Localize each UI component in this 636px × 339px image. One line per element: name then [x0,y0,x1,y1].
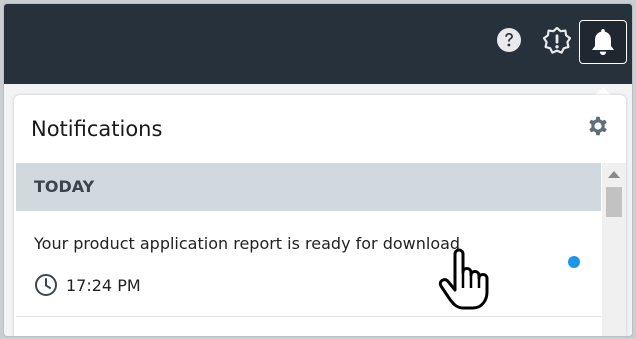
gear-icon[interactable] [586,114,610,138]
notification-text: Your product application report is ready… [34,234,461,253]
notifications-bell-button[interactable] [579,20,627,64]
scroll-up-button[interactable] [602,163,626,185]
notification-time-row: 17:24 PM [34,273,141,297]
clock-icon [35,274,57,296]
alert-icon[interactable] [541,25,573,57]
scroll-thumb[interactable] [606,187,622,217]
scrollbar[interactable] [602,163,626,336]
app-window: Notifications TODAY Your product applica… [3,3,633,337]
notification-item[interactable]: Your product application report is ready… [16,211,601,317]
notifications-panel: Notifications TODAY Your product applica… [14,95,626,336]
list-item[interactable] [16,317,601,336]
chevron-up-icon [608,170,620,178]
section-header-today: TODAY [16,163,601,211]
top-bar [4,4,632,84]
bell-icon [592,29,614,55]
unread-indicator [568,256,580,268]
notification-time: 17:24 PM [66,275,141,295]
help-icon[interactable] [494,25,524,55]
panel-title: Notifications [31,117,163,141]
